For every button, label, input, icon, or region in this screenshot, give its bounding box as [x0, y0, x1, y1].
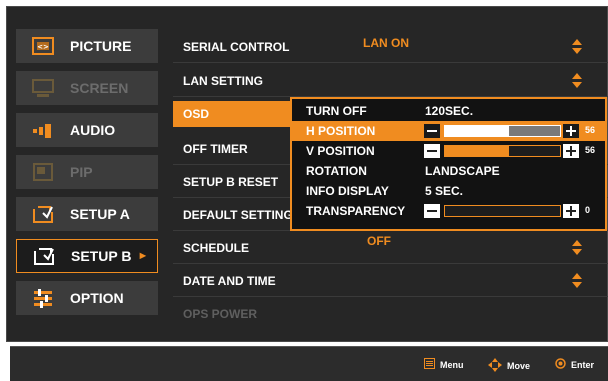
setting-ops-power: OPS POWER: [173, 298, 608, 330]
submenu-label: TURN OFF: [306, 104, 367, 118]
button-legend-bar: Menu Move Enter: [10, 346, 608, 381]
submenu-value: LANDSCAPE: [425, 164, 500, 178]
setting-osd[interactable]: OSD: [173, 101, 293, 127]
minus-icon[interactable]: [424, 124, 440, 138]
setting-label: LAN SETTING: [183, 74, 263, 88]
plus-icon[interactable]: [563, 124, 579, 138]
v-position-slider[interactable]: [424, 144, 584, 158]
menu-item-setup-a[interactable]: SETUP A: [16, 197, 158, 231]
osd-submenu: TURN OFF 120SEC. H POSITION 56 V POSITIO…: [290, 97, 607, 231]
setting-label: OPS POWER: [183, 307, 258, 321]
legend-menu: Menu: [424, 358, 464, 371]
updown-arrow-icon[interactable]: [571, 72, 583, 93]
menu-item-screen: SCREEN: [16, 71, 158, 105]
setting-value: LAN ON: [363, 36, 409, 50]
option-icon: [30, 287, 56, 309]
setting-schedule[interactable]: SCHEDULE OFF: [173, 232, 608, 264]
legend-enter-label: Enter: [571, 359, 595, 370]
updown-arrow-icon[interactable]: [571, 272, 583, 293]
audio-icon: [30, 119, 56, 141]
submenu-info-display[interactable]: INFO DISPLAY 5 SEC.: [292, 181, 605, 201]
menu-item-label: SETUP B: [71, 248, 132, 264]
slider-track[interactable]: [444, 125, 561, 137]
menu-item-audio[interactable]: AUDIO: [16, 113, 158, 147]
plus-icon[interactable]: [563, 144, 579, 158]
screen-icon: [30, 77, 56, 99]
plus-icon[interactable]: [563, 204, 579, 218]
slider-track[interactable]: [444, 145, 561, 157]
transparency-slider[interactable]: [424, 204, 584, 218]
menu-item-label: SCREEN: [70, 80, 129, 96]
setting-label: SETUP B RESET: [183, 175, 279, 189]
slider-track[interactable]: [444, 205, 561, 217]
setting-label: SERIAL CONTROL: [183, 40, 290, 54]
menu-item-pip: PIP: [16, 155, 158, 189]
legend-enter: Enter: [555, 358, 594, 371]
submenu-turn-off[interactable]: TURN OFF 120SEC.: [292, 101, 605, 121]
slider-rest: [509, 146, 560, 156]
setting-label: OFF TIMER: [183, 142, 248, 156]
setting-lan-setting[interactable]: LAN SETTING: [173, 65, 608, 97]
setting-serial-control[interactable]: SERIAL CONTROL LAN ON: [173, 31, 608, 63]
submenu-value: 5 SEC.: [425, 184, 464, 198]
monitor-osd-screen: <> PICTURE SCREEN AUDIO PIP SETUP A SETU…: [0, 0, 608, 381]
setting-label: SCHEDULE: [183, 241, 250, 255]
menu-item-label: OPTION: [70, 290, 124, 306]
setting-label: DEFAULT SETTING: [183, 208, 293, 222]
submenu-label: H POSITION: [306, 124, 376, 138]
slider-value: 0: [585, 205, 591, 215]
menu-item-label: PIP: [70, 164, 93, 180]
setting-date-and-time[interactable]: DATE AND TIME: [173, 265, 608, 297]
slider-rest: [445, 206, 560, 216]
minus-icon[interactable]: [424, 144, 440, 158]
submenu-label: ROTATION: [306, 164, 367, 178]
submenu-label: V POSITION: [306, 144, 375, 158]
setup-icon: [30, 203, 56, 225]
legend-move: Move: [488, 358, 530, 374]
pip-icon: [30, 161, 56, 183]
submenu-label: INFO DISPLAY: [306, 184, 389, 198]
menu-icon: [424, 358, 435, 371]
legend-menu-label: Menu: [440, 359, 464, 370]
svg-text:<>: <>: [37, 43, 49, 51]
setup-icon: [31, 245, 57, 267]
menu-item-setup-b[interactable]: SETUP B ►: [16, 239, 158, 273]
slider-rest: [509, 126, 560, 136]
setting-label: DATE AND TIME: [183, 274, 276, 288]
updown-arrow-icon[interactable]: [571, 38, 583, 59]
updown-arrow-icon[interactable]: [571, 239, 583, 260]
menu-item-picture[interactable]: <> PICTURE: [16, 29, 158, 63]
menu-item-option[interactable]: OPTION: [16, 281, 158, 315]
submenu-value: 120SEC.: [425, 104, 474, 118]
move-icon: [488, 358, 502, 374]
slider-value: 56: [585, 145, 596, 155]
setting-value: OFF: [367, 234, 391, 248]
slider-fill: [445, 146, 510, 156]
submenu-label: TRANSPARENCY: [306, 204, 406, 218]
minus-icon[interactable]: [424, 204, 440, 218]
enter-icon: [555, 358, 566, 371]
menu-item-label: AUDIO: [70, 122, 116, 138]
slider-value: 56: [585, 125, 596, 135]
selected-arrow-icon: ►: [137, 250, 149, 262]
submenu-transparency[interactable]: TRANSPARENCY 0: [292, 201, 605, 221]
legend-move-label: Move: [507, 361, 531, 371]
menu-item-label: SETUP A: [70, 206, 130, 222]
setting-label: OSD: [183, 107, 210, 121]
submenu-h-position[interactable]: H POSITION 56: [292, 121, 605, 141]
h-position-slider[interactable]: [424, 124, 584, 138]
submenu-rotation[interactable]: ROTATION LANDSCAPE: [292, 161, 605, 181]
submenu-v-position[interactable]: V POSITION 56: [292, 141, 605, 161]
menu-item-label: PICTURE: [70, 38, 132, 54]
picture-icon: <>: [30, 35, 56, 57]
slider-fill: [445, 126, 510, 136]
